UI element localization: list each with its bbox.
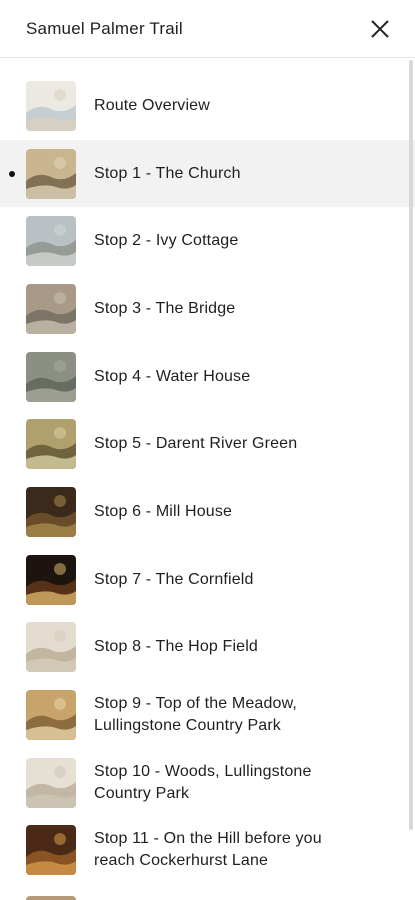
list-item-label: Stop 5 - Darent River Green <box>94 435 298 453</box>
painting-thumbnail <box>26 825 76 876</box>
list-item[interactable]: Stop 6 - Mill House <box>0 478 415 546</box>
list-item-label: Stop 2 - Ivy Cottage <box>94 232 239 250</box>
header: Samuel Palmer Trail <box>0 0 415 58</box>
list-item-label: Stop 8 - The Hop Field <box>94 638 258 656</box>
sketch-thumbnail <box>26 351 76 402</box>
scrollbar[interactable] <box>409 60 413 830</box>
list-item[interactable]: Stop 7 - The Cornfield <box>0 546 415 614</box>
list-item-label: Stop 9 - Top of the Meadow, Lullingstone… <box>94 695 297 735</box>
landscape-thumbnail <box>26 283 76 334</box>
current-stop-bullet-icon <box>9 170 15 177</box>
list-item[interactable]: Route Overview <box>0 72 415 140</box>
sketch-thumbnail <box>26 622 76 673</box>
list-item-label: Stop 1 - The Church <box>94 164 241 182</box>
landscape-thumbnail <box>26 690 76 741</box>
list-item[interactable]: Stop 4 - Water House <box>0 343 415 411</box>
list-item[interactable]: Stop 5 - Darent River Green <box>0 410 415 478</box>
close-button[interactable] <box>369 18 391 40</box>
list-item[interactable]: Stop 9 - Top of the Meadow, Lullingstone… <box>0 681 415 749</box>
list-item[interactable]: Stop 8 - The Hop Field <box>0 614 415 682</box>
list-item-label: Stop 4 - Water House <box>94 367 251 385</box>
painting-thumbnail <box>26 486 76 537</box>
list-item[interactable]: Stop 2 - Ivy Cottage <box>0 207 415 275</box>
stop-list: Route Overview Stop 1 - The Church Stop 2 … <box>0 72 415 884</box>
list-item-label: Stop 10 - Woods, Lullingstone Country Pa… <box>94 762 312 802</box>
list-item[interactable]: Stop 1 - The Church <box>0 139 415 208</box>
page-title: Samuel Palmer Trail <box>26 18 183 38</box>
list-item[interactable]: Stop 3 - The Bridge <box>0 275 415 343</box>
list-item-label: Stop 6 - Mill House <box>94 502 233 520</box>
list-item-label: Stop 11 - On the Hill before you reach C… <box>94 830 322 870</box>
list-item-label: Stop 3 - The Bridge <box>94 299 236 317</box>
landscape-thumbnail <box>26 216 76 267</box>
portrait-thumbnail <box>26 148 76 199</box>
map-thumbnail <box>26 80 76 131</box>
night-thumbnail <box>26 554 76 605</box>
close-icon <box>371 19 389 38</box>
list-item[interactable]: Stop 11 - On the Hill before you reach C… <box>0 817 415 885</box>
list-item-label: Route Overview <box>94 96 210 114</box>
sketch-thumbnail <box>26 757 76 808</box>
list-item[interactable]: Stop 10 - Woods, Lullingstone Country Pa… <box>0 749 415 817</box>
tree-thumbnail <box>26 419 76 470</box>
list-item-label: Stop 7 - The Cornfield <box>94 570 254 588</box>
list-item-partial-thumbnail <box>26 896 76 900</box>
